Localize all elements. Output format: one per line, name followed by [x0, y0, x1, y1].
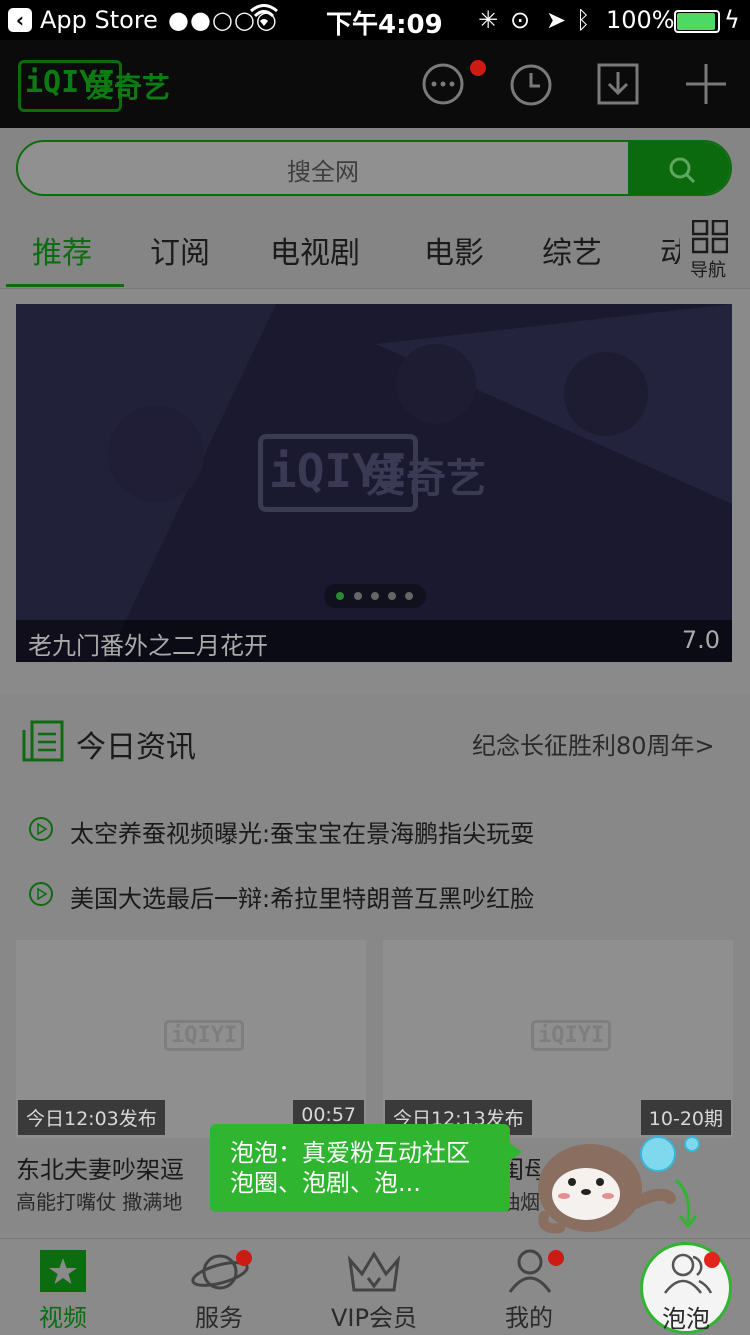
tab-vip[interactable]: VIP会员	[319, 1298, 429, 1333]
nav-grid-label[interactable]: 导航	[690, 256, 726, 282]
carousel-dot	[354, 592, 362, 600]
news-icon	[22, 720, 64, 766]
download-icon[interactable]	[596, 62, 640, 110]
carousel-dot	[388, 592, 396, 600]
seal-mascot-icon	[530, 1120, 710, 1244]
play-icon	[28, 881, 54, 911]
rotation-lock-icon: ⊙	[510, 6, 531, 34]
tab-video[interactable]: 视频	[8, 1298, 118, 1333]
location-icon: ➤	[546, 6, 567, 34]
publish-time-badge: 今日12:03发布	[18, 1100, 165, 1135]
battery-percentage: 100%	[606, 6, 675, 34]
video-thumbnail[interactable]: iQIYI 今日12:13发布 10-20期	[383, 940, 733, 1138]
activity-icon: ✳	[478, 6, 499, 34]
tab-me[interactable]: 我的	[474, 1298, 584, 1333]
category-tabs	[0, 210, 750, 289]
news-more-link[interactable]: 纪念长征胜利80周年>	[472, 726, 715, 761]
placeholder-logo: iQIYI	[164, 1020, 245, 1051]
placeholder-logo: iQIYI	[531, 1020, 612, 1051]
paopao-tooltip[interactable]: 泡泡：真爱粉互动社区泡圈、泡剧、泡...	[210, 1124, 510, 1212]
bluetooth-icon: ᛒ	[576, 6, 591, 34]
search-icon	[669, 157, 696, 184]
message-notification-dot	[470, 60, 486, 76]
service-notification-dot	[236, 1250, 252, 1266]
banner-title[interactable]: 老九门番外之二月花开	[28, 626, 268, 661]
tooltip-pointer	[506, 1140, 522, 1164]
tab-anime[interactable]: 动	[660, 236, 680, 264]
tab-subscribe[interactable]: 订阅	[150, 228, 210, 272]
carousel-indicator	[324, 584, 426, 608]
banner-caption-bar: 老九门番外之二月花开 7.0	[16, 620, 732, 662]
back-arrow-icon[interactable]: ‹	[8, 8, 32, 32]
clock: 下午4:09	[326, 10, 443, 40]
video-thumbnail[interactable]: iQIYI 今日12:03发布 00:57	[16, 940, 366, 1138]
wifi-icon	[250, 4, 278, 34]
video-subtitle: 高能打嘴仗 撒满地	[16, 1190, 183, 1214]
paopao-notification-dot	[704, 1252, 720, 1268]
vip-crown-icon[interactable]	[346, 1248, 402, 1300]
banner-watermark-text: 爱奇艺	[366, 456, 486, 502]
featured-banner[interactable]: iQIYI 爱奇艺	[16, 304, 732, 662]
tab-paopao: 泡泡	[662, 1305, 710, 1333]
tab-movies[interactable]: 电影	[424, 228, 484, 272]
news-header: 今日资讯	[76, 730, 196, 765]
carousel-dot	[371, 592, 379, 600]
history-icon[interactable]	[508, 62, 554, 112]
iqiyi-logo-text: 爱奇艺	[86, 71, 171, 104]
search-placeholder: 搜全网	[287, 158, 359, 186]
battery-level	[677, 13, 715, 30]
tab-tv-series[interactable]: 电视剧	[270, 228, 360, 272]
user-icon[interactable]	[506, 1246, 554, 1298]
news-item[interactable]: 美国大选最后一辩:希拉里特朗普互黑吵红脸	[70, 879, 534, 914]
add-icon[interactable]	[684, 62, 728, 110]
news-item[interactable]: 太空养蚕视频曝光:蚕宝宝在景海鹏指尖玩耍	[70, 814, 534, 849]
message-icon[interactable]	[420, 62, 466, 112]
me-notification-dot	[548, 1250, 564, 1266]
tab-recommend[interactable]: 推荐	[32, 228, 92, 272]
status-bar: ‹ App Store ●●○○○ 下午4:09 ✳ ⊙ ➤ ᛒ 100% ϟ	[0, 0, 750, 40]
carousel-dot	[405, 592, 413, 600]
nav-grid-icon[interactable]	[691, 219, 729, 258]
banner-score: 7.0	[681, 626, 720, 654]
video-title[interactable]: 东北夫妻吵架逗	[16, 1150, 216, 1184]
search-button[interactable]	[628, 142, 730, 194]
tab-service[interactable]: 服务	[164, 1298, 274, 1333]
charging-icon: ϟ	[724, 6, 740, 34]
carousel-dot-active	[336, 592, 344, 600]
tab-variety[interactable]: 综艺	[542, 228, 602, 272]
play-icon	[28, 816, 54, 846]
back-to-app-label[interactable]: App Store	[40, 6, 158, 34]
video-tab-icon[interactable]	[40, 1250, 86, 1292]
search-input[interactable]: 搜全网	[16, 140, 732, 196]
active-tab-indicator	[6, 284, 124, 287]
